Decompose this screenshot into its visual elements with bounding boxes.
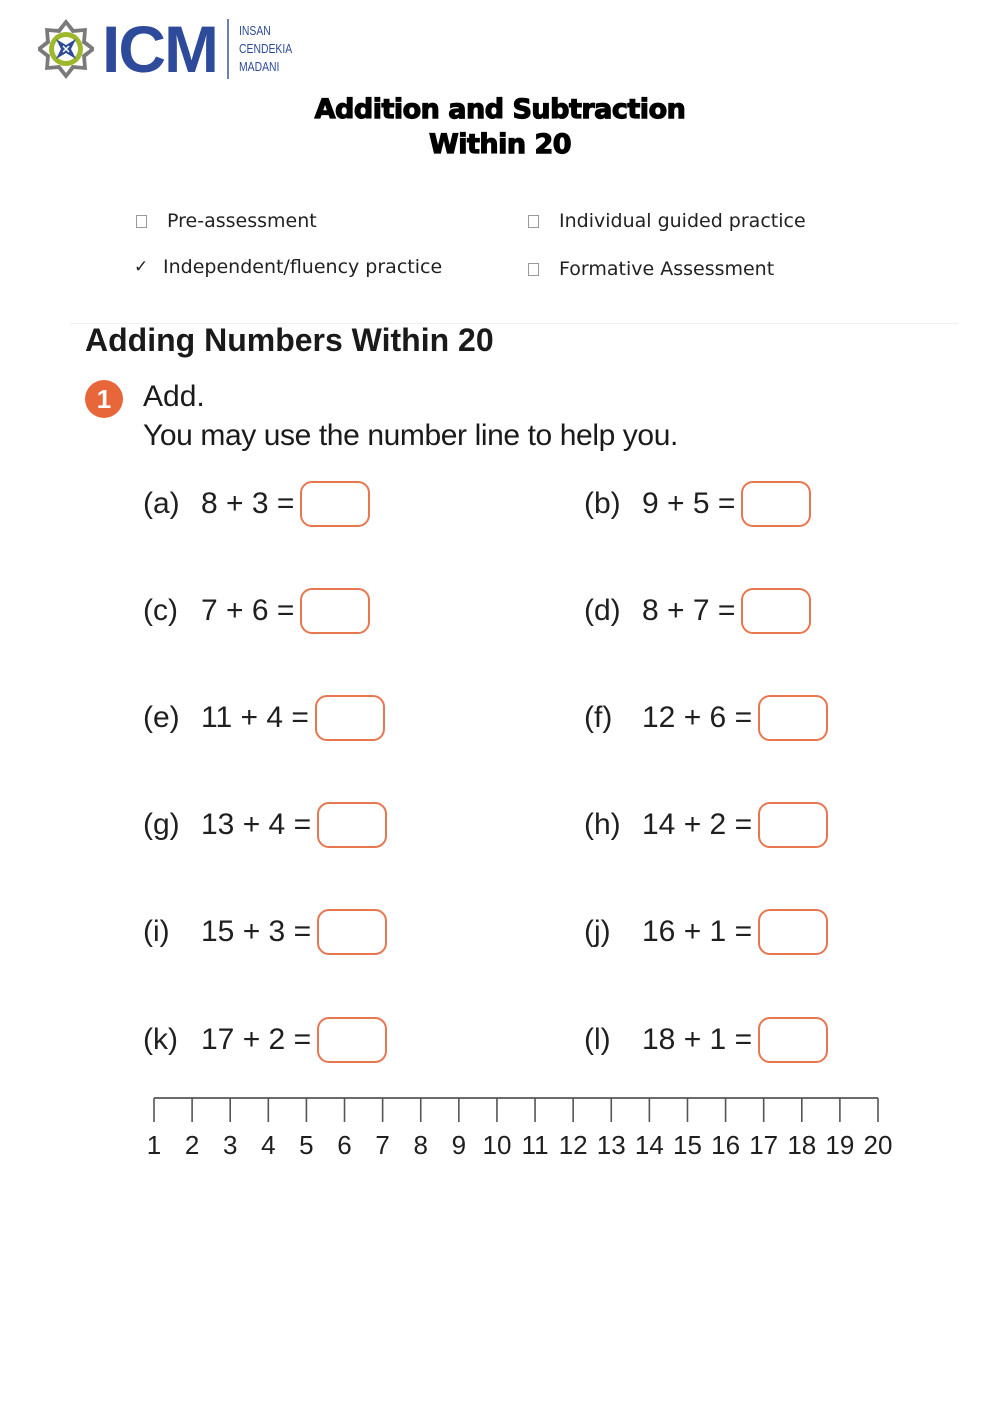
problem-item: (e) 11 + 4 = <box>143 694 385 742</box>
problem-label: (e) <box>143 701 180 734</box>
answer-input[interactable] <box>300 588 371 634</box>
number-line-label: 18 <box>787 1130 816 1160</box>
school-logo: ICM INSAN CENDEKIA MADANI <box>38 14 305 84</box>
logo-subtitle-line: CENDEKIA <box>238 41 293 56</box>
answer-input[interactable] <box>758 1017 829 1063</box>
answer-input[interactable] <box>317 802 388 848</box>
checkbox-icon[interactable] <box>528 262 539 276</box>
section-title: Adding Numbers Within 20 <box>85 322 494 358</box>
number-line-label: 19 <box>825 1130 854 1160</box>
problem-expression: 11 + 4 = <box>201 701 309 734</box>
problem-expression: 12 + 6 = <box>642 701 753 734</box>
instruction-add: Add. <box>143 380 205 413</box>
answer-input[interactable] <box>741 588 812 634</box>
checkbox-icon[interactable] <box>136 214 147 228</box>
number-line-label: 1 <box>147 1130 161 1160</box>
worksheet-title: Addition and Subtraction Within 20 <box>0 92 1000 162</box>
problem-label: (d) <box>584 594 621 627</box>
checklist-item-formative-assessment[interactable]: Formative Assessment <box>526 258 774 280</box>
problem-expression: 14 + 2 = <box>642 808 753 841</box>
question-number-badge: 1 <box>85 380 123 418</box>
problem-item: (a) 8 + 3 = <box>143 480 371 528</box>
problem-label: (l) <box>584 1023 611 1056</box>
problem-label: (k) <box>143 1023 178 1056</box>
logo-subtitle: INSAN CENDEKIA MADANI <box>239 22 292 76</box>
problem-item: (d) 8 + 7 = <box>584 587 812 635</box>
logo-divider <box>226 19 229 79</box>
problem-expression: 18 + 1 = <box>642 1023 753 1056</box>
checklist-label: Individual guided practice <box>559 210 806 232</box>
answer-input[interactable] <box>758 695 829 741</box>
checkbox-icon[interactable] <box>528 214 539 228</box>
star-emblem-icon <box>38 19 94 79</box>
answer-input[interactable] <box>741 481 812 527</box>
number-line-label: 12 <box>559 1130 588 1160</box>
answer-input[interactable] <box>314 695 385 741</box>
number-line-label: 5 <box>299 1130 313 1160</box>
instruction-hint: You may use the number line to help you. <box>143 419 678 452</box>
number-line-label: 16 <box>711 1130 740 1160</box>
number-line-label: 17 <box>749 1130 778 1160</box>
problem-expression: 13 + 4 = <box>201 808 312 841</box>
problem-expression: 15 + 3 = <box>201 915 312 948</box>
problem-expression: 9 + 5 = <box>642 487 736 520</box>
number-line-label: 8 <box>414 1130 428 1160</box>
answer-input[interactable] <box>758 909 829 955</box>
checklist-item-pre-assessment[interactable]: Pre-assessment <box>134 210 317 232</box>
number-line-label: 10 <box>482 1130 511 1160</box>
number-line-label: 9 <box>452 1130 466 1160</box>
answer-input[interactable] <box>317 909 388 955</box>
problem-item: (h) 14 + 2 = <box>584 801 829 849</box>
number-line-label: 13 <box>597 1130 626 1160</box>
answer-input[interactable] <box>317 1017 388 1063</box>
number-line-label: 2 <box>185 1130 199 1160</box>
problem-expression: 7 + 6 = <box>201 594 295 627</box>
problem-item: (c) 7 + 6 = <box>143 587 371 635</box>
problem-label: (f) <box>584 701 613 734</box>
number-line: 1 2 3 4 5 6 7 8 9 10 11 12 13 14 15 16 17 18 19 20 <box>147 1097 893 1160</box>
number-line-label: 6 <box>337 1130 351 1160</box>
problem-expression: 8 + 3 = <box>201 487 295 520</box>
logo-subtitle-line: MADANI <box>238 59 280 74</box>
answer-input[interactable] <box>300 481 371 527</box>
number-line-label: 3 <box>223 1130 237 1160</box>
problem-label: (b) <box>584 487 621 520</box>
title-line-1: Addition and Subtraction <box>314 93 686 125</box>
checkmark-icon[interactable]: ✓ <box>134 257 148 277</box>
number-line-label: 11 <box>522 1130 549 1160</box>
logo-wordmark: ICM <box>102 12 219 86</box>
number-line-label: 14 <box>635 1130 664 1160</box>
problem-label: (c) <box>143 594 178 627</box>
checklist-label: Independent/fluency practice <box>163 256 443 278</box>
problem-item: (j) 16 + 1 = <box>584 908 829 956</box>
title-line-2: Within 20 <box>428 128 572 160</box>
checklist-item-individual-guided[interactable]: Individual guided practice <box>526 210 806 232</box>
problem-label: (j) <box>584 915 611 948</box>
problem-item: (l) 18 + 1 = <box>584 1016 829 1064</box>
number-line-label: 4 <box>261 1130 275 1160</box>
problem-label: (h) <box>584 808 621 841</box>
logo-subtitle-line: INSAN <box>238 23 271 38</box>
problem-item: (g) 13 + 4 = <box>143 801 388 849</box>
checklist-label: Pre-assessment <box>167 210 317 232</box>
problem-expression: 17 + 2 = <box>201 1023 312 1056</box>
problem-item: (f) 12 + 6 = <box>584 694 829 742</box>
checklist-item-independent-fluency[interactable]: ✓ Independent/fluency practice <box>134 256 442 278</box>
problem-item: (b) 9 + 5 = <box>584 480 812 528</box>
checklist-label: Formative Assessment <box>559 258 775 280</box>
number-line-label: 15 <box>673 1130 702 1160</box>
problem-label: (g) <box>143 808 180 841</box>
number-line-label: 20 <box>864 1130 893 1160</box>
problem-expression: 8 + 7 = <box>642 594 736 627</box>
problem-item: (k) 17 + 2 = <box>143 1016 388 1064</box>
number-line-label: 7 <box>375 1130 389 1160</box>
problem-item: (i) 15 + 3 = <box>143 908 388 956</box>
answer-input[interactable] <box>758 802 829 848</box>
problem-label: (a) <box>143 487 180 520</box>
problem-expression: 16 + 1 = <box>642 915 753 948</box>
problem-label: (i) <box>143 915 170 948</box>
